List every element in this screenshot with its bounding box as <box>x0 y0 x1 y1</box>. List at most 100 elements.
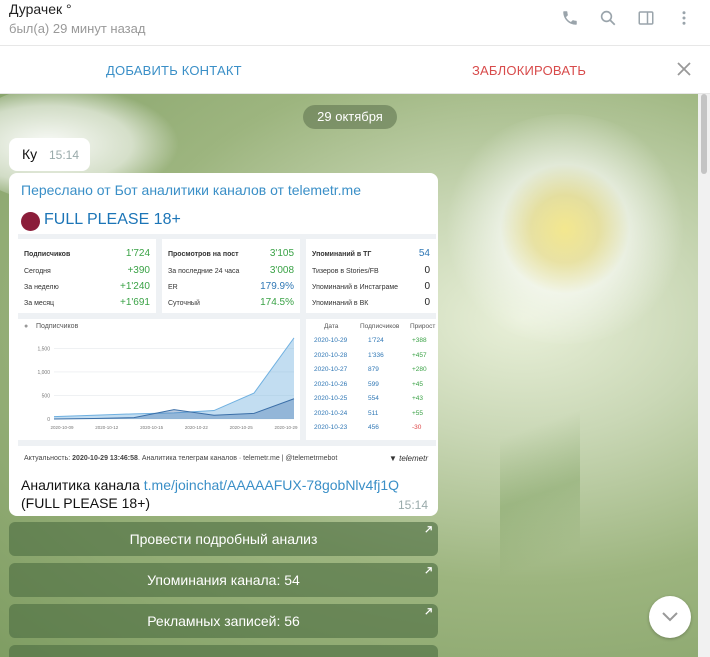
search-icon[interactable] <box>598 8 618 28</box>
tile-value: +1'240 <box>120 281 150 292</box>
mentions-tile: Упоминаний в ТГ 54 Тизеров в Stories/FB 0 … <box>306 239 436 313</box>
table-cell-growth: +55 <box>412 409 424 417</box>
card-footer: Актуальность: 2020-10-29 13:46:58. Анали… <box>18 446 436 471</box>
chart-y-tick-label: 1,000 <box>37 370 50 376</box>
invite-link[interactable]: t.me/joinchat/AAAAAFUX-78gobNlv4fj1Q <box>144 477 399 493</box>
scroll-down-button[interactable] <box>649 596 691 638</box>
table-row: 2020-10-23 456 -30 <box>306 424 436 437</box>
table-cell-date: 2020-10-25 <box>314 395 348 402</box>
chart-y-tick-label: 1,500 <box>37 346 50 352</box>
table-header: Подписчиков <box>360 323 400 330</box>
table-cell-date: 2020-10-23 <box>314 424 348 431</box>
keyboard-button-analysis[interactable]: Провести подробный анализ <box>9 522 438 556</box>
telemetr-logo: ▼ telemetr <box>388 454 428 463</box>
phone-icon[interactable] <box>560 8 580 28</box>
message-suffix: (FULL PLEASE 18+) <box>21 495 151 511</box>
chart-x-tick-label: 2020-10-12 <box>95 425 119 430</box>
chart-x-tick-label: 2020-10-29 <box>274 425 298 430</box>
tile-value: +1'691 <box>120 297 150 308</box>
table-cell-subs: 599 <box>368 380 379 388</box>
table-cell-subs: 1'336 <box>368 351 384 359</box>
chart-series-area-0 <box>54 337 294 419</box>
daily-growth-table: Дата Подписчиков Прирост 2020-10-29 1'724… <box>306 319 436 440</box>
chart-y-tick-label: 500 <box>42 393 51 399</box>
channel-avatar <box>21 212 40 231</box>
chart-x-tick-label: 2020-10-15 <box>140 425 164 430</box>
tile-value: 54 <box>418 248 430 259</box>
add-contact-button[interactable]: ДОБАВИТЬ КОНТАКТ <box>106 63 242 78</box>
table-row: 2020-10-29 1'724 +388 <box>306 337 436 350</box>
tile-label: Упоминаний в Инстаграме <box>312 284 399 291</box>
table-cell-date: 2020-10-24 <box>314 409 348 417</box>
table-cell-growth: +43 <box>412 395 424 402</box>
table-cell-subs: 1'724 <box>368 337 384 344</box>
chat-header: Дурачек ° был(а) 29 минут назад <box>0 0 710 46</box>
message-text: Аналитика канала t.me/joinchat/AAAAAFUX-… <box>21 476 426 512</box>
tile-value: 179.9% <box>260 281 294 292</box>
message-prefix: Аналитика канала <box>21 477 144 493</box>
close-icon[interactable] <box>674 59 694 79</box>
tile-label: Подписчиков <box>24 251 71 258</box>
actuality-rest: . Аналитика телеграм каналов · telemetr.… <box>137 455 338 462</box>
table-header: Дата <box>324 323 339 330</box>
chart-svg: 0 500 1,000 1,500 2020-10-09 2020-10-12 2020-1… <box>37 337 298 430</box>
tile-label: Сегодня <box>24 268 51 275</box>
table-row: 2020-10-25 554 +43 <box>306 395 436 408</box>
chart-x-tick-label: 2020-10-22 <box>185 425 209 430</box>
analytics-card-image[interactable]: FULL PLEASE 18+ Подписчиков 1'724 Сегодня… <box>18 209 436 471</box>
tile-label: Тизеров в Stories/FB <box>312 268 379 275</box>
external-arrow-icon <box>425 526 432 533</box>
table-cell-date: 2020-10-26 <box>314 380 348 388</box>
keyboard-button-mentions[interactable]: Упоминания канала: 54 <box>9 563 438 597</box>
table-cell-subs: 456 <box>368 424 379 431</box>
keyboard-button-partial[interactable] <box>9 645 438 657</box>
chat-area[interactable]: 29 октября Ку 15:14 Переслано от Бот ана… <box>0 94 698 657</box>
tile-label: Упоминаний в ВК <box>312 300 369 307</box>
contact-status: был(а) 29 минут назад <box>9 21 146 36</box>
keyboard-button-ads[interactable]: Рекламных записей: 56 <box>9 604 438 638</box>
background-stem <box>500 334 580 654</box>
table-cell-subs: 879 <box>368 366 379 373</box>
table-cell-growth: +45 <box>412 380 424 388</box>
message-time: 15:14 <box>397 498 428 512</box>
chevron-down-icon <box>662 612 678 622</box>
tile-value: 0 <box>424 265 430 276</box>
table-row: 2020-10-26 599 +45 <box>306 381 436 394</box>
external-arrow-icon <box>425 608 432 615</box>
table-cell-date: 2020-10-27 <box>314 366 348 373</box>
table-cell-subs: 554 <box>368 395 379 402</box>
table-row: 2020-10-28 1'336 +457 <box>306 352 436 365</box>
tile-value: 1'724 <box>125 248 150 259</box>
table-cell-growth: -30 <box>412 424 422 431</box>
table-header: Прирост <box>410 323 436 330</box>
header-icons <box>560 8 694 28</box>
date-divider: 29 октября <box>303 105 397 129</box>
keyboard-button-label: Упоминания канала: 54 <box>147 572 300 588</box>
chat-scrollbar[interactable] <box>698 94 710 657</box>
contact-name[interactable]: Дурачек ° <box>9 1 72 17</box>
subscribers-graph: ● Подписчиков 0 500 1,000 1,500 2020-10-09 20… <box>18 319 300 440</box>
block-button[interactable]: ЗАБЛОКИРОВАТЬ <box>472 63 586 78</box>
actuality-time: 2020-10-29 13:46:58 <box>72 455 138 462</box>
forwarded-message-bubble[interactable]: Переслано от Бот аналитики каналов от te… <box>9 173 438 516</box>
external-arrow-icon <box>425 567 432 574</box>
sidebar-toggle-icon[interactable] <box>636 8 656 28</box>
scrollbar-thumb[interactable] <box>701 94 707 174</box>
forwarded-from-link[interactable]: Переслано от Бот аналитики каналов от te… <box>21 182 361 198</box>
more-vertical-icon[interactable] <box>674 8 694 28</box>
channel-name: FULL PLEASE 18+ <box>44 211 181 228</box>
chart-x-tick-label: 2020-10-25 <box>230 425 254 430</box>
tile-label: За последние 24 часа <box>168 268 240 275</box>
channel-title-bar: FULL PLEASE 18+ <box>18 209 436 234</box>
tile-label: Упоминаний в ТГ <box>312 251 372 258</box>
contact-action-bar: ДОБАВИТЬ КОНТАКТ ЗАБЛОКИРОВАТЬ <box>0 46 710 94</box>
message-bubble[interactable]: Ку 15:14 <box>9 138 90 171</box>
message-text: Ку <box>22 146 38 162</box>
table-row: 2020-10-24 511 +55 <box>306 410 436 423</box>
keyboard-button-label: Рекламных записей: 56 <box>147 613 300 629</box>
table-row: 2020-10-27 879 +280 <box>306 366 436 379</box>
tile-label: За месяц <box>24 300 55 307</box>
background-flower <box>440 114 690 344</box>
table-cell-date: 2020-10-28 <box>314 351 348 359</box>
table-cell-growth: +388 <box>412 337 427 344</box>
